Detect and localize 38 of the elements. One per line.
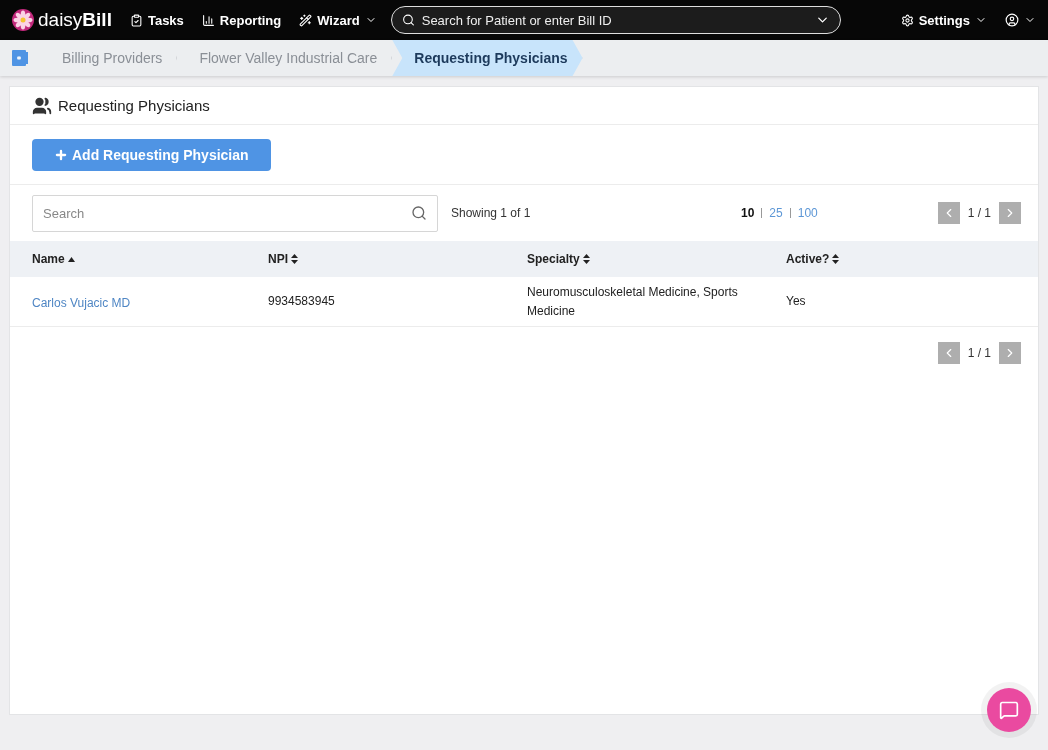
user-icon: [1005, 13, 1019, 27]
next-page-button[interactable]: [999, 342, 1021, 364]
breadcrumb-link[interactable]: Requesting Physicians: [392, 40, 583, 76]
next-page-button[interactable]: [999, 202, 1021, 224]
previous-page-button[interactable]: [937, 342, 960, 364]
search-icon: [411, 205, 427, 221]
clipboard-icon: [129, 13, 143, 27]
user-menu[interactable]: [1005, 13, 1036, 27]
settings-icon: [900, 13, 914, 27]
people-icon: [32, 95, 52, 116]
table-cell-text: Neuromusculoskeletal Medicine, Sports Medicine: [527, 283, 739, 320]
previous-page-button[interactable]: [937, 202, 960, 224]
settings-menu[interactable]: Settings: [900, 12, 987, 28]
column-header[interactable]: Specialty: [527, 252, 786, 266]
table-cell-text: 9934583945: [268, 293, 336, 310]
patient-search-field[interactable]: Search for Patient or enter Bill ID: [390, 6, 841, 34]
chat-button[interactable]: [987, 688, 1031, 732]
page-indicator: 1 / 1: [967, 346, 991, 360]
panel-title: Requesting Physicians: [58, 97, 210, 114]
chat-bubble-icon: [999, 700, 1019, 720]
nav-link[interactable]: Wizard: [299, 12, 377, 28]
plus-icon: [54, 147, 68, 162]
search-field[interactable]: Search: [32, 194, 438, 232]
column-header[interactable]: Name: [32, 252, 268, 266]
bar-chart-icon: [201, 13, 215, 27]
nav-link[interactable]: Tasks: [129, 12, 184, 28]
search-icon: [401, 13, 415, 27]
column-header[interactable]: Active?: [786, 252, 1038, 266]
nav-link[interactable]: Reporting: [201, 12, 282, 28]
brand-name: daisyBill: [38, 9, 112, 31]
page-indicator: 1 / 1: [967, 206, 991, 220]
physician-name-link[interactable]: Carlos Vujacic MD: [32, 295, 131, 310]
magic-wand-icon: [299, 13, 313, 27]
table-cell-text: Yes: [786, 293, 807, 310]
page-size-link[interactable]: 10: [741, 206, 755, 220]
results-count: Showing 1 of 1: [451, 206, 532, 220]
daisy-logo-icon: [12, 9, 34, 31]
column-header[interactable]: NPI: [268, 252, 527, 266]
